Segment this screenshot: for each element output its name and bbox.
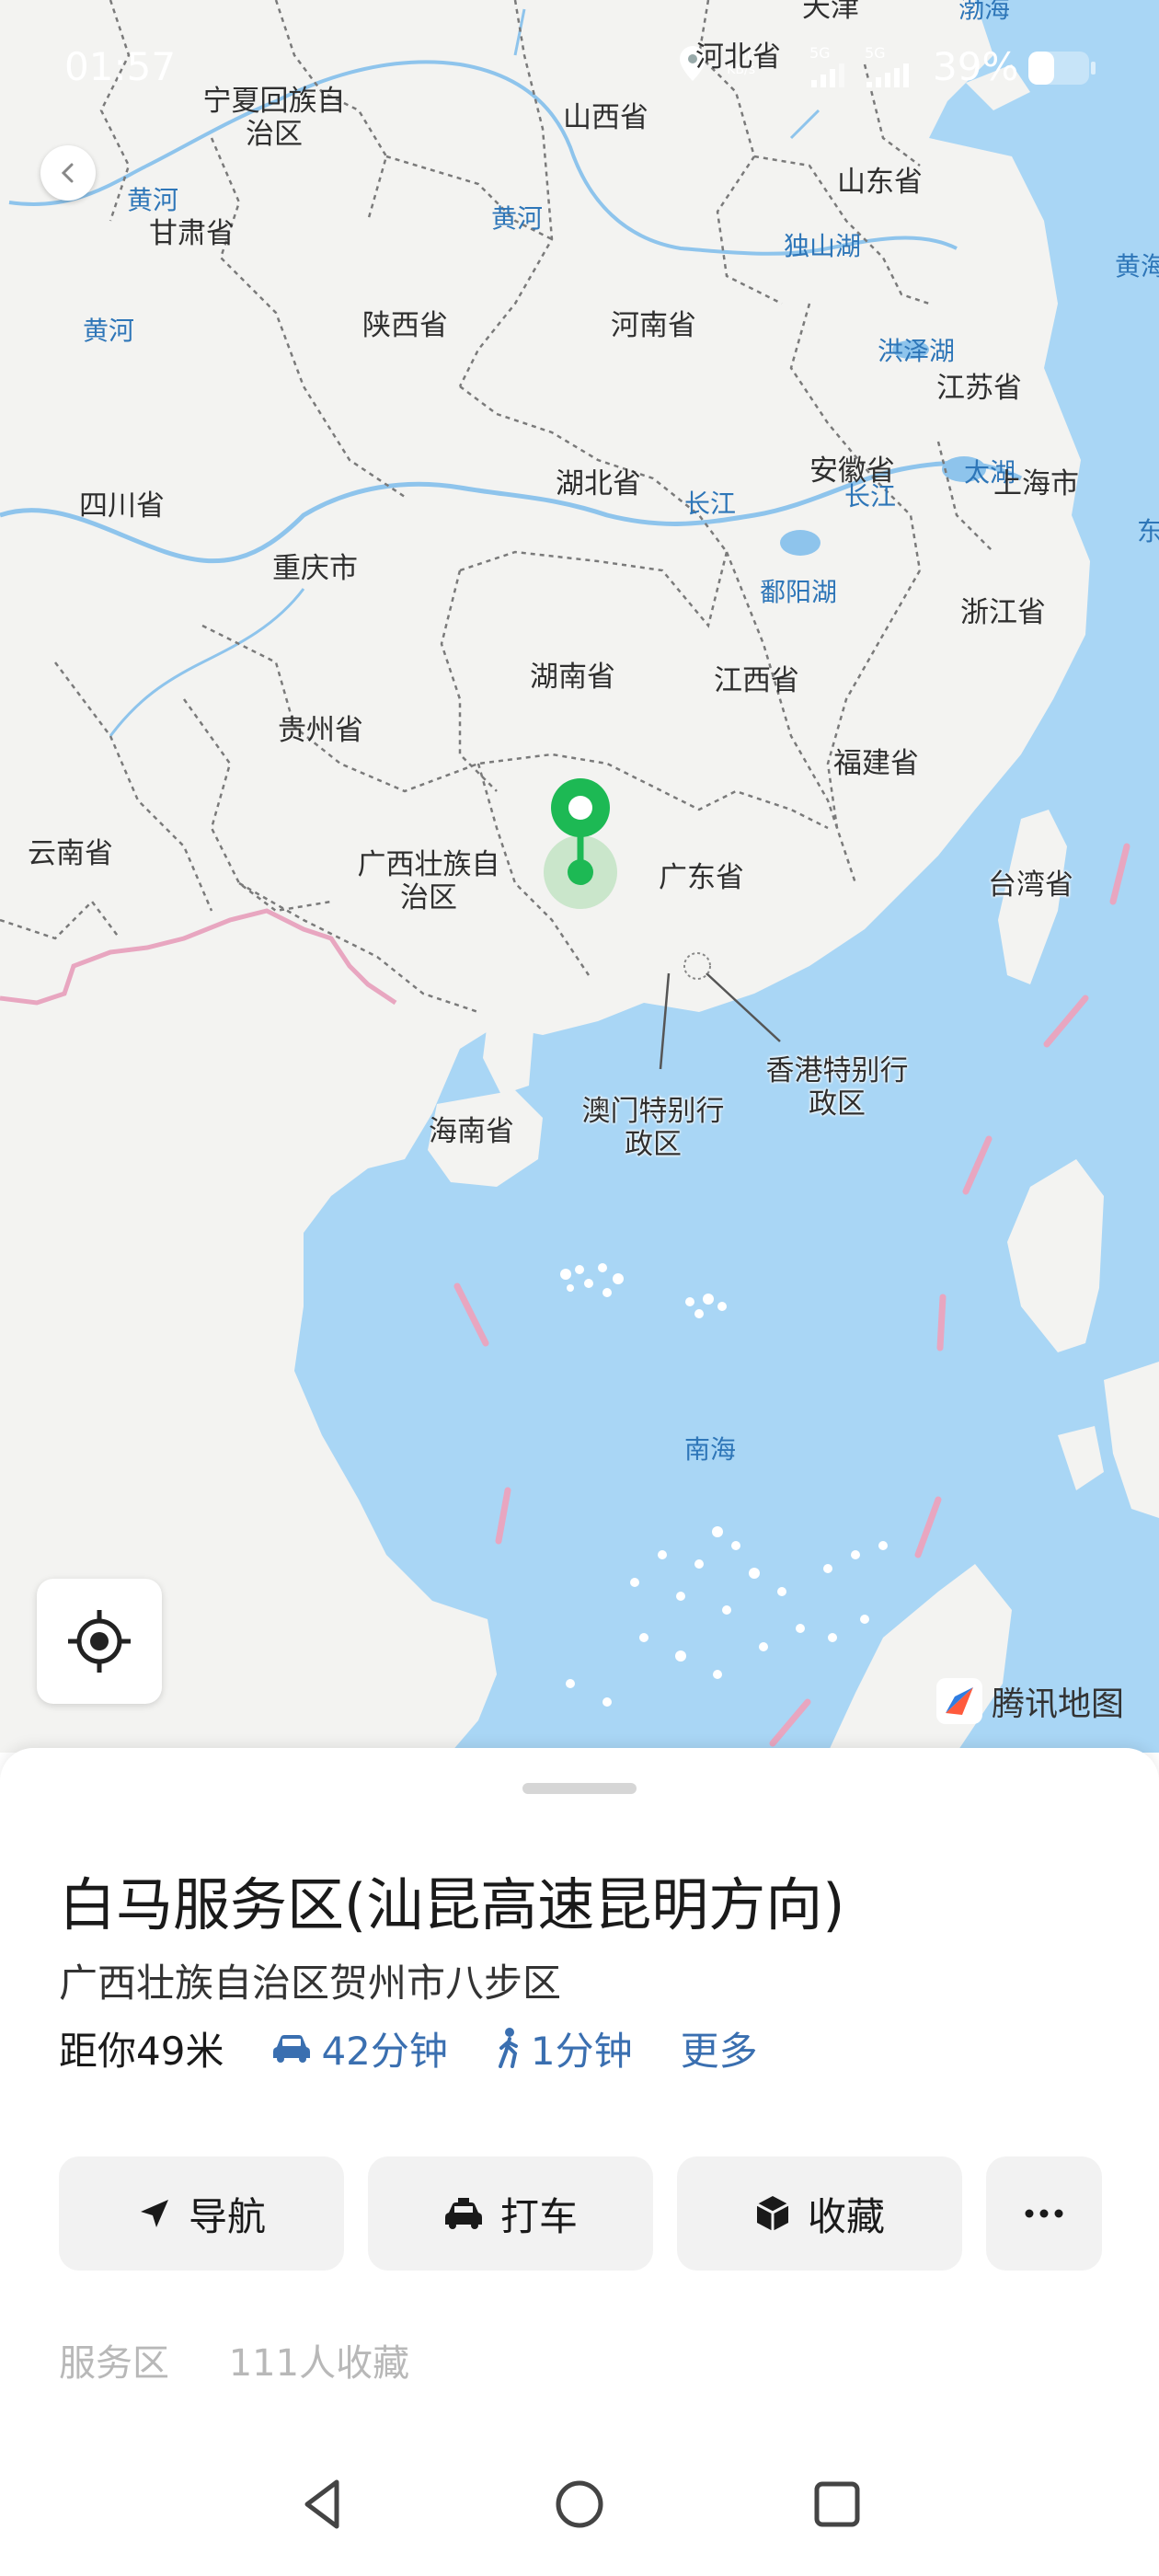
- drag-handle[interactable]: [522, 1783, 637, 1794]
- signal-sim1: 5G: [809, 44, 846, 89]
- walk-time-link[interactable]: 1分钟: [496, 2020, 633, 2076]
- map-label: 宁夏回族自治区: [202, 85, 346, 151]
- map-label: 黄海: [1115, 251, 1159, 282]
- walk-time-text: 1分钟: [530, 2028, 633, 2074]
- map-label: 四川省: [79, 489, 165, 523]
- crosshair-icon: [68, 1610, 131, 1673]
- taxi-button[interactable]: 打车: [368, 2156, 653, 2271]
- signal-icon: [811, 63, 844, 87]
- back-button[interactable]: [40, 145, 96, 201]
- map-label: 江西省: [714, 664, 799, 697]
- chevron-left-icon: [61, 163, 74, 183]
- poi-info-row: 距你49米 42分钟 1分钟 更多: [59, 2020, 758, 2076]
- tencent-map-logo-icon: [936, 1678, 982, 1724]
- poi-detail-sheet: 白马服务区(汕昆高速昆明方向) 广西壮族自治区贺州市八步区 距你49米 42分钟…: [0, 1748, 1159, 2576]
- map-label: 洪泽湖: [878, 336, 956, 366]
- navigation-arrow-icon: [140, 2200, 168, 2227]
- map-label: 江苏省: [936, 372, 1022, 405]
- map-label: 黄河: [127, 185, 179, 215]
- sim1-label: 5G: [809, 44, 831, 62]
- poi-category: 服务区: [59, 2342, 169, 2385]
- map-label: 广西壮族自治区: [357, 848, 500, 914]
- system-home-icon[interactable]: [550, 2475, 609, 2534]
- map-label: 黄河: [83, 316, 135, 346]
- location-pin-icon: [544, 778, 617, 909]
- drive-time-text: 42分钟: [321, 2028, 448, 2074]
- signal-sim2: 5G: [865, 44, 916, 89]
- walking-icon: [498, 2028, 518, 2068]
- map-label: 山西省: [563, 101, 648, 134]
- map-label: 独山湖: [784, 231, 862, 261]
- map-label: 长江: [684, 489, 737, 519]
- navigate-label: 导航: [188, 2193, 266, 2239]
- map-label: 甘肃省: [149, 217, 235, 250]
- more-dots-icon: [1025, 2209, 1063, 2218]
- more-info-link[interactable]: 更多: [681, 2020, 758, 2076]
- map-label: 河南省: [611, 309, 696, 342]
- map-label: 湖北省: [556, 467, 641, 500]
- poi-title: 白马服务区(汕昆高速昆明方向): [59, 1871, 845, 1938]
- distance-info: 距你49米: [59, 2020, 224, 2076]
- map-label: 海南省: [429, 1115, 514, 1148]
- more-info-text: 更多: [680, 2028, 758, 2074]
- map-label: 天津: [802, 0, 859, 24]
- distance-text: 距你49米: [59, 2028, 224, 2074]
- poi-favorite-count: 111人收藏: [228, 2342, 410, 2385]
- battery-percent: 39%: [933, 44, 1019, 89]
- map-logo-text: 腾讯地图: [992, 1685, 1125, 1723]
- map-label: 广东省: [659, 861, 744, 894]
- more-options-button[interactable]: [986, 2156, 1102, 2271]
- map-label: 浙江省: [960, 596, 1046, 629]
- favorite-label: 收藏: [807, 2193, 885, 2239]
- status-time: 01:57: [64, 44, 177, 89]
- map-label: 贵州省: [278, 714, 363, 747]
- map-label: 香港特别行政区: [765, 1054, 909, 1121]
- map-label: 鄱阳湖: [760, 577, 838, 607]
- map-label: 黄河: [491, 203, 544, 234]
- map-label: 云南省: [28, 837, 113, 870]
- taxi-label: 打车: [499, 2193, 578, 2239]
- map-view[interactable]: 01:57 3.00 KB/s 5G 5G 39% 宁夏回族自治区 甘肃省 山西省…: [0, 0, 1159, 1753]
- map-label: 长江: [844, 481, 897, 512]
- drive-time-link[interactable]: 42分钟: [271, 2020, 448, 2076]
- signal-icon: [866, 63, 909, 87]
- sim2-label: 5G: [865, 44, 886, 62]
- car-icon: [273, 2035, 311, 2063]
- my-location-button[interactable]: [37, 1579, 162, 1704]
- map-label: 湖南省: [530, 661, 615, 694]
- map-watermark: 腾讯地图: [935, 1676, 1124, 1726]
- map-label: 东: [1137, 516, 1159, 546]
- map-label: 南海: [684, 1434, 737, 1465]
- system-recents-icon[interactable]: [808, 2475, 866, 2534]
- poi-tags: 服务区 111人收藏: [59, 2333, 409, 2386]
- taxi-icon: [444, 2198, 482, 2229]
- map-label: 重庆市: [272, 552, 358, 585]
- system-back-icon[interactable]: [294, 2475, 353, 2534]
- navigate-button[interactable]: 导航: [59, 2156, 344, 2271]
- poi-address: 广西壮族自治区贺州市八步区: [59, 1961, 562, 2006]
- cube-icon: [756, 2196, 789, 2231]
- map-label: 河北省: [695, 40, 781, 74]
- map-label: 台湾省: [988, 868, 1073, 902]
- favorite-button[interactable]: 收藏: [677, 2156, 962, 2271]
- battery-icon: [1028, 52, 1096, 85]
- map-label: 陕西省: [362, 309, 448, 342]
- map-label: 山东省: [837, 166, 923, 199]
- map-label: 福建省: [833, 747, 919, 780]
- map-label: 渤海: [958, 0, 1011, 24]
- map-label: 澳门特别行政区: [581, 1095, 725, 1161]
- map-label: 上海市: [993, 467, 1079, 500]
